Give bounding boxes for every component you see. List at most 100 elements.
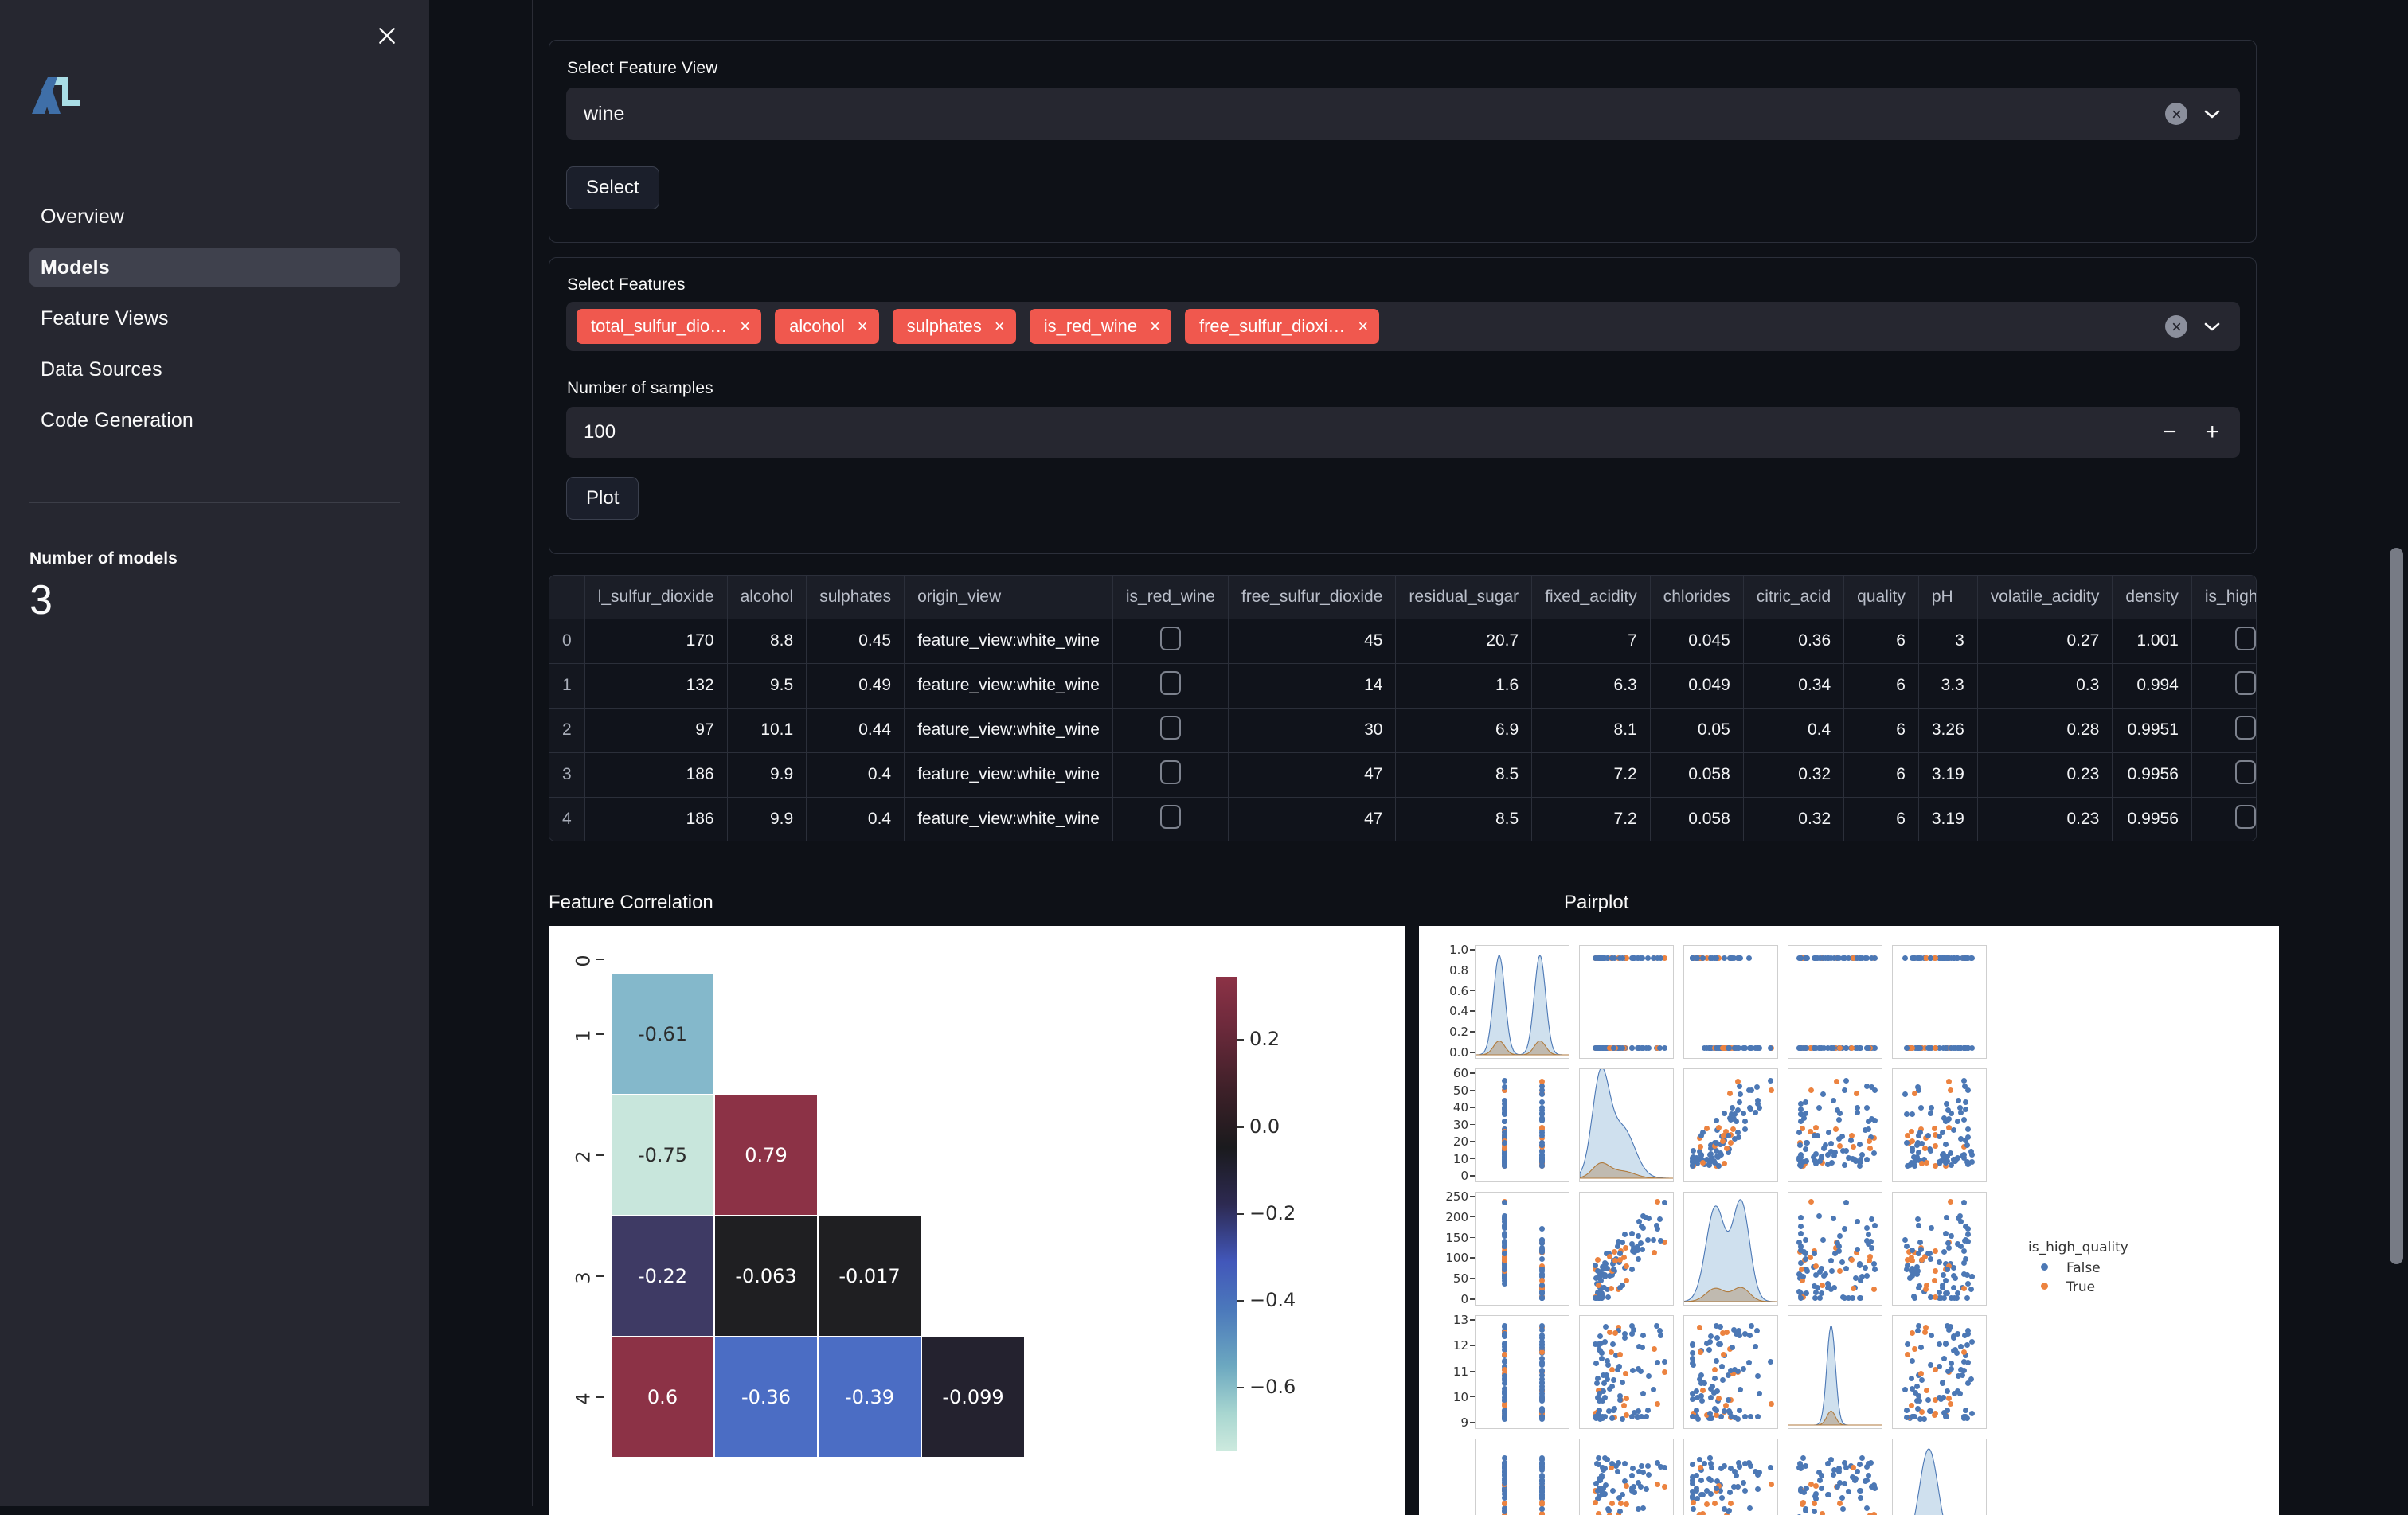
sidebar-item-code-generation[interactable]: Code Generation <box>29 401 400 439</box>
features-data-table[interactable]: l_sulfur_dioxide alcohol sulphates origi… <box>549 575 2257 841</box>
col-origin-view[interactable]: origin_view <box>904 576 1113 619</box>
cell-chlorides: 0.058 <box>1650 797 1744 841</box>
pairplot-y-tick: 9 <box>1460 1415 1468 1430</box>
clear-circle-icon[interactable] <box>2165 315 2187 338</box>
scatter-point <box>1965 1360 1971 1366</box>
sidebar-divider <box>29 502 400 503</box>
scatter-point <box>1825 1130 1831 1136</box>
table-row[interactable]: 4 186 9.9 0.4 feature_view:white_wine 47 8.5 7.… <box>549 797 2256 841</box>
scatter-point <box>1698 1372 1704 1378</box>
feature-tag[interactable]: free_sulfur_dioxi… × <box>1184 309 1380 344</box>
col-volatile-acidity[interactable]: volatile_acidity <box>1977 576 2113 619</box>
col-citric-acid[interactable]: citric_acid <box>1743 576 1845 619</box>
col-chlorides[interactable]: chlorides <box>1650 576 1744 619</box>
scatter-point <box>1964 1294 1970 1301</box>
scatter-point <box>1597 1333 1604 1339</box>
remove-tag-icon[interactable]: × <box>1150 318 1160 335</box>
page-scrollbar-thumb[interactable] <box>2390 548 2403 1264</box>
table-row[interactable]: 2 97 10.1 0.44 feature_view:white_wine 30 6.9 8… <box>549 708 2256 753</box>
checkbox[interactable] <box>2234 760 2256 784</box>
scatter-point <box>1863 1157 1870 1163</box>
col-is-red-wine[interactable]: is_red_wine <box>1112 576 1229 619</box>
col-density[interactable]: density <box>2112 576 2192 619</box>
scatter-point <box>1501 1407 1507 1413</box>
col-quality[interactable]: quality <box>1843 576 1919 619</box>
remove-tag-icon[interactable]: × <box>1358 318 1368 335</box>
scatter-point <box>1918 1105 1925 1111</box>
checkbox[interactable] <box>2234 716 2256 740</box>
sidebar-item-data-sources[interactable]: Data Sources <box>29 350 400 389</box>
remove-tag-icon[interactable]: × <box>995 318 1005 335</box>
sidebar-item-label: Feature Views <box>41 307 169 330</box>
col-is-high-quality[interactable]: is_high_qu <box>2191 576 2256 619</box>
col-free-sulfur-dioxide[interactable]: free_sulfur_dioxide <box>1228 576 1397 619</box>
increment-button[interactable]: + <box>2205 420 2219 444</box>
colorbar-tick-label: 0.2 <box>1249 1028 1280 1051</box>
scatter-point <box>1949 1361 1955 1367</box>
checkbox[interactable] <box>2234 671 2256 695</box>
feature-tag-label: free_sulfur_dioxi… <box>1198 316 1346 336</box>
checkbox[interactable] <box>1159 671 1181 695</box>
scatter-point <box>1539 1333 1546 1339</box>
scatter-point <box>1797 1224 1804 1230</box>
scatter-point <box>1726 1091 1733 1097</box>
close-icon[interactable] <box>369 18 405 54</box>
sidebar-item-overview[interactable]: Overview <box>29 197 400 236</box>
checkbox[interactable] <box>1159 760 1181 784</box>
sidebar-item-models[interactable]: Models <box>29 248 400 287</box>
scatter-point <box>1808 1199 1815 1205</box>
col-fixed-acidity[interactable]: fixed_acidity <box>1531 576 1651 619</box>
scatter-point <box>1614 1243 1620 1249</box>
scatter-point <box>1941 1356 1948 1362</box>
table-row[interactable]: 3 186 9.9 0.4 feature_view:white_wine 47 8.5 7.… <box>549 752 2256 798</box>
scatter-point <box>1857 1495 1863 1501</box>
scatter-point <box>1909 1128 1915 1134</box>
scatter-point <box>1746 1360 1753 1366</box>
feature-tag[interactable]: alcohol × <box>775 309 879 344</box>
scatter-point <box>1962 1106 1968 1112</box>
scatter-point <box>1962 1408 1968 1414</box>
col-index[interactable] <box>549 576 585 619</box>
decrement-button[interactable]: − <box>2163 420 2177 444</box>
scatter-point <box>1928 1333 1934 1339</box>
clear-circle-icon[interactable] <box>2165 103 2187 125</box>
checkbox[interactable] <box>1159 716 1181 740</box>
scatter-point <box>1909 1148 1915 1154</box>
feature-tag[interactable]: is_red_wine × <box>1029 309 1171 344</box>
plot-button[interactable]: Plot <box>566 477 639 520</box>
checkbox[interactable] <box>1159 805 1181 829</box>
chevron-down-icon[interactable] <box>2202 107 2222 120</box>
scatter-point <box>1917 1370 1924 1376</box>
table-row[interactable]: 1 132 9.5 0.49 feature_view:white_wine 14 1.6 6… <box>549 663 2256 709</box>
feature-correlation-chart: -0.61 -0.75 0.79 -0.22 -0.063 -0.017 0.6 -0.36 -… <box>549 926 1405 1515</box>
feature-tag[interactable]: total_sulfur_dio… × <box>577 309 762 344</box>
scatter-point <box>1865 1473 1871 1479</box>
remove-tag-icon[interactable]: × <box>740 318 750 335</box>
main-content: Select Feature View wine Select Select F… <box>429 0 2408 1515</box>
col-total-sulfur-dioxide[interactable]: l_sulfur_dioxide <box>584 576 728 619</box>
scatter-point <box>1609 1488 1616 1494</box>
sidebar-item-feature-views[interactable]: Feature Views <box>29 299 400 338</box>
checkbox[interactable] <box>1159 627 1181 650</box>
col-residual-sugar[interactable]: residual_sugar <box>1395 576 1533 619</box>
col-sulphates[interactable]: sulphates <box>806 576 905 619</box>
col-alcohol[interactable]: alcohol <box>727 576 807 619</box>
select-button[interactable]: Select <box>566 166 659 209</box>
scatter-point <box>1834 1078 1840 1084</box>
feature-tag[interactable]: sulphates × <box>892 309 1016 344</box>
page-scrollbar-track[interactable] <box>2384 0 2408 1506</box>
checkbox[interactable] <box>2234 805 2256 829</box>
scatter-point <box>1614 1367 1620 1373</box>
heatmap-cell-value: -0.36 <box>741 1386 792 1408</box>
features-multiselect[interactable]: total_sulfur_dio… × alcohol × sulphates … <box>566 302 2240 351</box>
pairplot-scatter-cell <box>1892 1315 1987 1429</box>
scatter-point <box>1654 1481 1660 1487</box>
remove-tag-icon[interactable]: × <box>858 318 868 335</box>
feature-view-select[interactable]: wine <box>566 88 2240 140</box>
scatter-point <box>1620 1415 1626 1422</box>
chevron-down-icon[interactable] <box>2202 320 2222 333</box>
checkbox[interactable] <box>2234 627 2256 650</box>
samples-input[interactable]: 100 − + <box>566 407 2240 458</box>
table-row[interactable]: 0 170 8.8 0.45 feature_view:white_wine 45 20.7… <box>549 619 2256 664</box>
col-ph[interactable]: pH <box>1918 576 1978 619</box>
